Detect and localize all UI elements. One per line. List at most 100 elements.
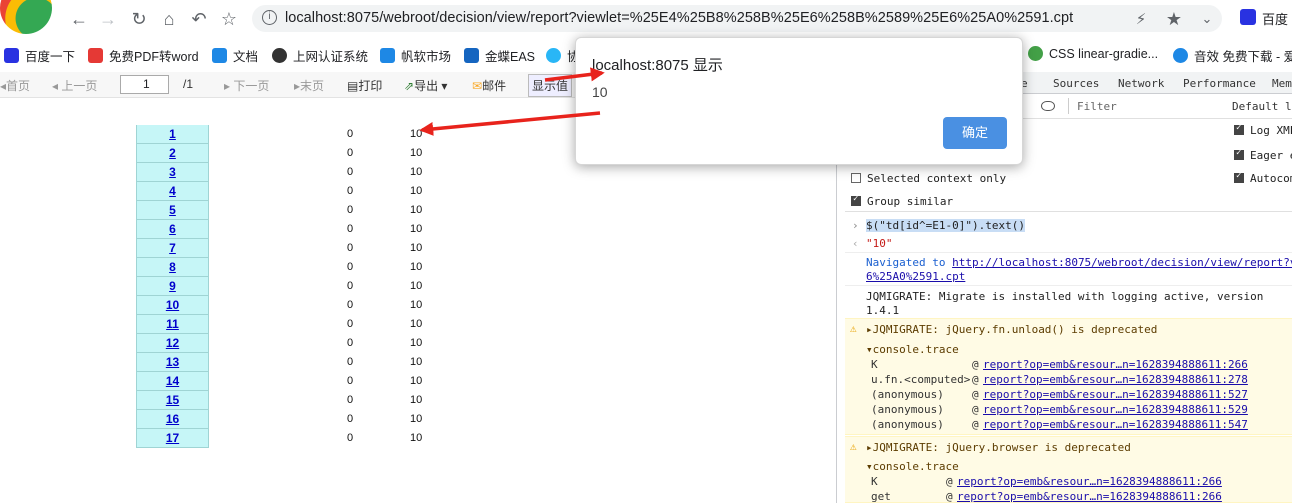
trace-function: K xyxy=(871,475,878,488)
trace-at-sign: @ xyxy=(972,403,979,416)
result-chevron-icon: ‹ xyxy=(852,237,859,250)
report-value-cell: 10 xyxy=(410,280,423,292)
prev-page-button[interactable]: ◂ 上一页 xyxy=(52,77,97,94)
print-button[interactable]: ▤打印 xyxy=(347,77,382,94)
report-link-cell[interactable]: 5 xyxy=(136,201,209,220)
report-link-cell[interactable]: 11 xyxy=(136,315,209,334)
console-divider xyxy=(845,211,1292,212)
info-icon[interactable]: i xyxy=(262,10,277,25)
last-page-button[interactable]: ▸末页 xyxy=(294,77,324,94)
trace-source-link[interactable]: report?op=emb&resour…n=1628394888611:529 xyxy=(983,403,1248,416)
back-icon[interactable]: ← xyxy=(68,8,90,30)
forward-icon[interactable]: → xyxy=(97,8,119,30)
trace-source-link[interactable]: report?op=emb&resour…n=1628394888611:527 xyxy=(983,388,1248,401)
report-value-cell: 10 xyxy=(410,318,423,330)
report-link-cell[interactable]: 1 xyxy=(136,125,209,144)
bookmark-pdf-to-word[interactable]: 免费PDF转word xyxy=(88,46,199,65)
mail-button[interactable]: ✉邮件 xyxy=(472,77,506,94)
pdf-icon xyxy=(88,48,103,63)
report-link-cell[interactable]: 13 xyxy=(136,353,209,372)
star-icon[interactable]: ★ xyxy=(1163,8,1185,30)
report-zero-cell: 0 xyxy=(346,318,354,330)
bookmark-baidu[interactable]: 百度一下 xyxy=(4,46,75,65)
baidu-brand-label[interactable]: 百度 xyxy=(1262,9,1288,28)
page-number-input[interactable]: 1 xyxy=(120,75,169,94)
trace-at-sign: @ xyxy=(972,388,979,401)
home-icon[interactable]: ⌂ xyxy=(158,8,180,30)
reload-icon[interactable]: ↻ xyxy=(128,8,150,30)
chevron-down-icon[interactable]: ⌄ xyxy=(1196,8,1218,30)
report-link-cell[interactable]: 16 xyxy=(136,410,209,429)
warning-text-2[interactable]: ▸JQMIGRATE: jQuery.browser is deprecated xyxy=(866,441,1131,454)
report-link-cell[interactable]: 3 xyxy=(136,163,209,182)
bookmark-fanruan-market[interactable]: 帆软市场 xyxy=(380,46,451,65)
trace-toggle-1[interactable]: ▾console.trace xyxy=(866,343,959,356)
bookmark-kingdee-eas[interactable]: 金蝶EAS xyxy=(464,46,535,65)
bookmark-css-gradient[interactable]: CSS linear-gradie... xyxy=(1028,46,1158,61)
warning-icon: ⚠ xyxy=(850,322,857,335)
dialog-message: 10 xyxy=(592,84,608,100)
dialog-title: localhost:8075 显示 xyxy=(592,57,723,74)
navigated-link[interactable]: http://localhost:8075/webroot/decision/v… xyxy=(952,256,1292,269)
show-value-button[interactable]: 显示值 xyxy=(528,74,573,97)
trace-source-link[interactable]: report?op=emb&resour…n=1628394888611:266 xyxy=(957,490,1222,503)
bookmark-star-icon[interactable]: ☆ xyxy=(218,8,240,30)
filter-divider xyxy=(1068,98,1069,114)
report-link-cell[interactable]: 9 xyxy=(136,277,209,296)
bookmark-sound-effects[interactable]: 音效 免费下载 - 爱 xyxy=(1173,46,1292,65)
trace-at-sign: @ xyxy=(972,373,979,386)
eye-icon[interactable] xyxy=(1041,101,1055,111)
report-zero-cell: 0 xyxy=(346,394,354,406)
report-zero-cell: 0 xyxy=(346,147,354,159)
report-link-cell[interactable]: 15 xyxy=(136,391,209,410)
report-zero-cell: 0 xyxy=(346,375,354,387)
report-link-cell[interactable]: 2 xyxy=(136,144,209,163)
warning-text-1[interactable]: ▸JQMIGRATE: jQuery.fn.unload() is deprec… xyxy=(866,323,1157,336)
trace-source-link[interactable]: report?op=emb&resour…n=1628394888611:266 xyxy=(957,475,1222,488)
report-link-cell[interactable]: 4 xyxy=(136,182,209,201)
report-link-cell[interactable]: 17 xyxy=(136,429,209,448)
report-value-cell: 10 xyxy=(410,375,423,387)
undo-icon[interactable]: ↶ xyxy=(188,8,210,30)
trace-at-sign: @ xyxy=(946,490,953,503)
trace-at-sign: @ xyxy=(946,475,953,488)
tab-memory[interactable]: Mem xyxy=(1272,77,1292,90)
log-levels-dropdown[interactable]: Default le xyxy=(1232,100,1292,113)
next-page-button[interactable]: ▸ 下一页 xyxy=(224,77,269,94)
eager-eval-option[interactable]: Eager e xyxy=(1234,148,1292,162)
bookmark-docs[interactable]: 文档 xyxy=(212,46,258,65)
report-link-cell[interactable]: 12 xyxy=(136,334,209,353)
bookmark-network-auth[interactable]: 上网认证系统 xyxy=(272,46,368,65)
autocomplete-option[interactable]: Autocomp xyxy=(1234,171,1292,185)
report-link-cell[interactable]: 14 xyxy=(136,372,209,391)
trace-source-link[interactable]: report?op=emb&resour…n=1628394888611:266 xyxy=(983,358,1248,371)
trace-toggle-2[interactable]: ▾console.trace xyxy=(866,460,959,473)
first-page-button[interactable]: ◂首页 xyxy=(0,77,30,94)
tab-performance[interactable]: Performance xyxy=(1183,77,1256,90)
report-link-cell[interactable]: 8 xyxy=(136,258,209,277)
trace-source-link[interactable]: report?op=emb&resour…n=1628394888611:278 xyxy=(983,373,1248,386)
report-zero-cell: 0 xyxy=(346,204,354,216)
lightning-icon[interactable]: ⚡ xyxy=(1130,8,1152,30)
trace-function: (anonymous) xyxy=(871,388,944,401)
console-filter-input[interactable]: Filter xyxy=(1077,100,1117,113)
navigated-message: Navigated to http://localhost:8075/webro… xyxy=(866,256,1292,269)
baidu-paw-icon[interactable] xyxy=(1240,9,1256,25)
report-link-cell[interactable]: 10 xyxy=(136,296,209,315)
export-button[interactable]: ⇗导出 ▾ xyxy=(404,77,447,94)
mail-icon: ✉ xyxy=(472,79,483,93)
tab-network[interactable]: Network xyxy=(1118,77,1164,90)
ok-button[interactable]: 确定 xyxy=(943,117,1007,149)
report-link-cell[interactable]: 6 xyxy=(136,220,209,239)
url-text[interactable]: localhost:8075/webroot/decision/view/rep… xyxy=(285,10,1073,26)
selected-context-option[interactable]: Selected context only xyxy=(851,172,1006,185)
fanruan-icon xyxy=(380,48,395,63)
tab-sources[interactable]: Sources xyxy=(1053,77,1099,90)
trace-at-sign: @ xyxy=(972,418,979,431)
trace-source-link[interactable]: report?op=emb&resour…n=1628394888611:547 xyxy=(983,418,1248,431)
group-similar-option[interactable]: Group similar xyxy=(851,194,953,208)
navigated-link-cont[interactable]: 6%25A0%2591.cpt xyxy=(866,270,965,283)
console-command[interactable]: $("td[id^=E1-0]").text() xyxy=(866,219,1025,232)
report-link-cell[interactable]: 7 xyxy=(136,239,209,258)
log-xmlhttp-option[interactable]: Log XMLH xyxy=(1234,123,1292,137)
